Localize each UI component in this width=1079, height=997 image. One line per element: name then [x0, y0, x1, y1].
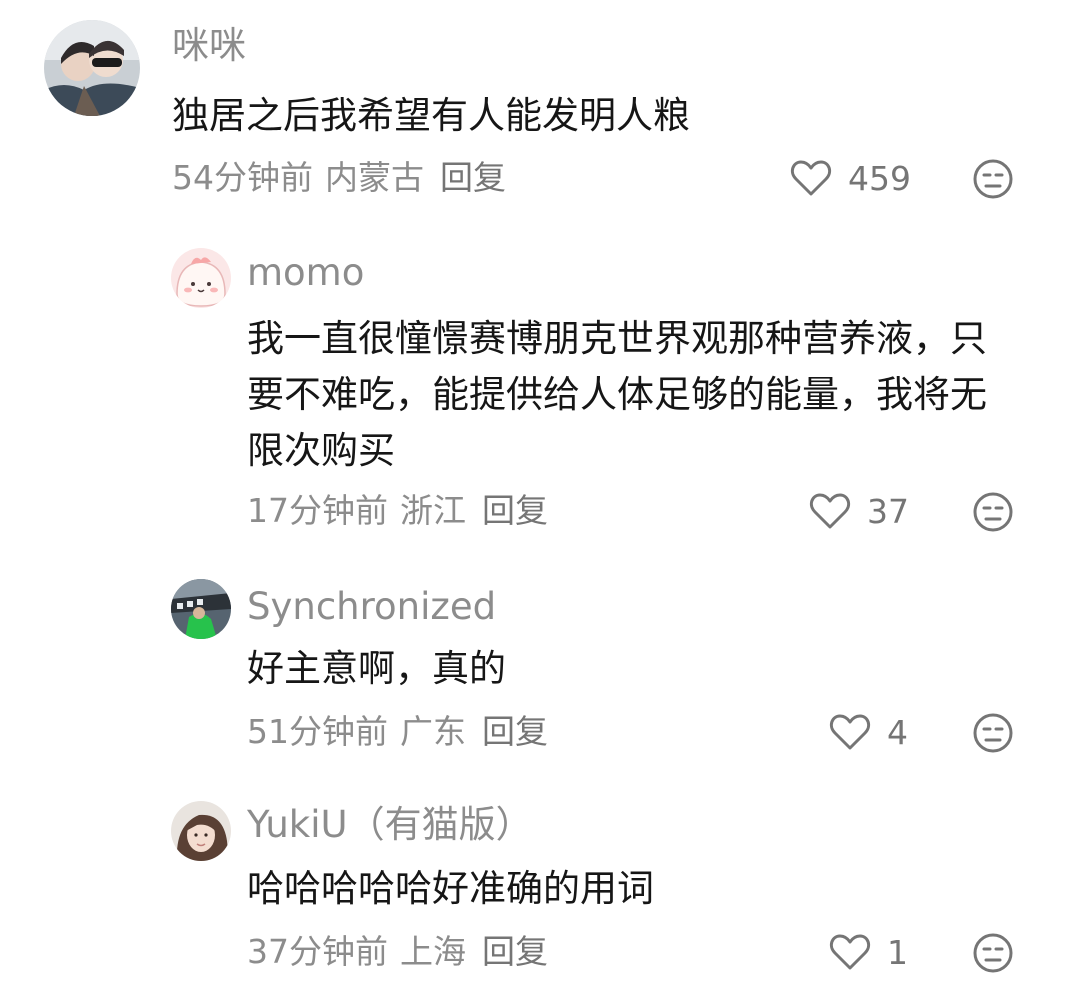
comment-item: 咪咪 独居之后我希望有人能发明人粮 54分钟前 内蒙古 回复 459	[0, 0, 1079, 215]
reply-item: momo 我一直很憧憬赛博朋克世界观那种营养液，只要不难吃，能提供给人体足够的能…	[0, 215, 1079, 555]
comment-location: 广东	[400, 712, 466, 751]
like-count: 4	[887, 712, 908, 752]
comment-location: 浙江	[400, 491, 466, 530]
reply-item: Synchronized 好主意啊，真的 51分钟前 广东 回复 4	[0, 555, 1079, 775]
reply-button[interactable]: 回复	[482, 932, 548, 971]
unamused-face-icon	[973, 933, 1013, 973]
reply-button[interactable]: 回复	[440, 158, 506, 197]
reply-item: YukiU（有猫版） 哈哈哈哈哈好准确的用词 37分钟前 上海 回复 1	[0, 775, 1079, 997]
unamused-face-icon	[973, 713, 1013, 753]
heart-outline-icon	[829, 714, 871, 750]
like-button[interactable]: 4	[829, 712, 908, 752]
comment-text[interactable]: 哈哈哈哈哈好准确的用词	[247, 861, 1017, 917]
like-button[interactable]: 1	[829, 932, 908, 972]
avatar[interactable]	[171, 248, 231, 308]
heart-outline-icon	[809, 493, 851, 529]
comment-username[interactable]: YukiU（有猫版）	[247, 803, 533, 847]
reply-button[interactable]: 回复	[482, 491, 548, 530]
dislike-button[interactable]	[972, 932, 1014, 974]
dislike-button[interactable]	[972, 712, 1014, 754]
comment-meta: 51分钟前 广东 回复	[247, 712, 548, 752]
comment-time: 37分钟前	[247, 932, 388, 971]
comment-username[interactable]: momo	[247, 251, 364, 295]
unamused-face-icon	[973, 492, 1013, 532]
comment-time: 17分钟前	[247, 491, 388, 530]
comment-username[interactable]: 咪咪	[172, 24, 246, 68]
unamused-face-icon	[973, 159, 1013, 199]
avatar[interactable]	[44, 20, 140, 116]
dislike-button[interactable]	[972, 491, 1014, 533]
like-count: 1	[887, 932, 908, 972]
avatar[interactable]	[171, 579, 231, 639]
comment-time: 54分钟前	[172, 158, 313, 197]
like-button[interactable]: 37	[809, 491, 909, 531]
like-count: 459	[848, 158, 911, 198]
heart-outline-icon	[790, 160, 832, 196]
reply-button[interactable]: 回复	[482, 712, 548, 751]
comment-text[interactable]: 我一直很憧憬赛博朋克世界观那种营养液，只要不难吃，能提供给人体足够的能量，我将无…	[247, 311, 1017, 479]
like-count: 37	[867, 491, 909, 531]
comment-text[interactable]: 好主意啊，真的	[247, 641, 1017, 697]
comment-location: 内蒙古	[325, 158, 424, 197]
comment-time: 51分钟前	[247, 712, 388, 751]
dislike-button[interactable]	[972, 158, 1014, 200]
comment-meta: 37分钟前 上海 回复	[247, 932, 548, 972]
comment-meta: 54分钟前 内蒙古 回复	[172, 158, 506, 198]
comment-meta: 17分钟前 浙江 回复	[247, 491, 548, 531]
avatar[interactable]	[171, 801, 231, 861]
like-button[interactable]: 459	[790, 158, 911, 198]
comment-text[interactable]: 独居之后我希望有人能发明人粮	[172, 88, 1032, 144]
heart-outline-icon	[829, 934, 871, 970]
comment-username[interactable]: Synchronized	[247, 585, 496, 629]
comment-location: 上海	[400, 932, 466, 971]
